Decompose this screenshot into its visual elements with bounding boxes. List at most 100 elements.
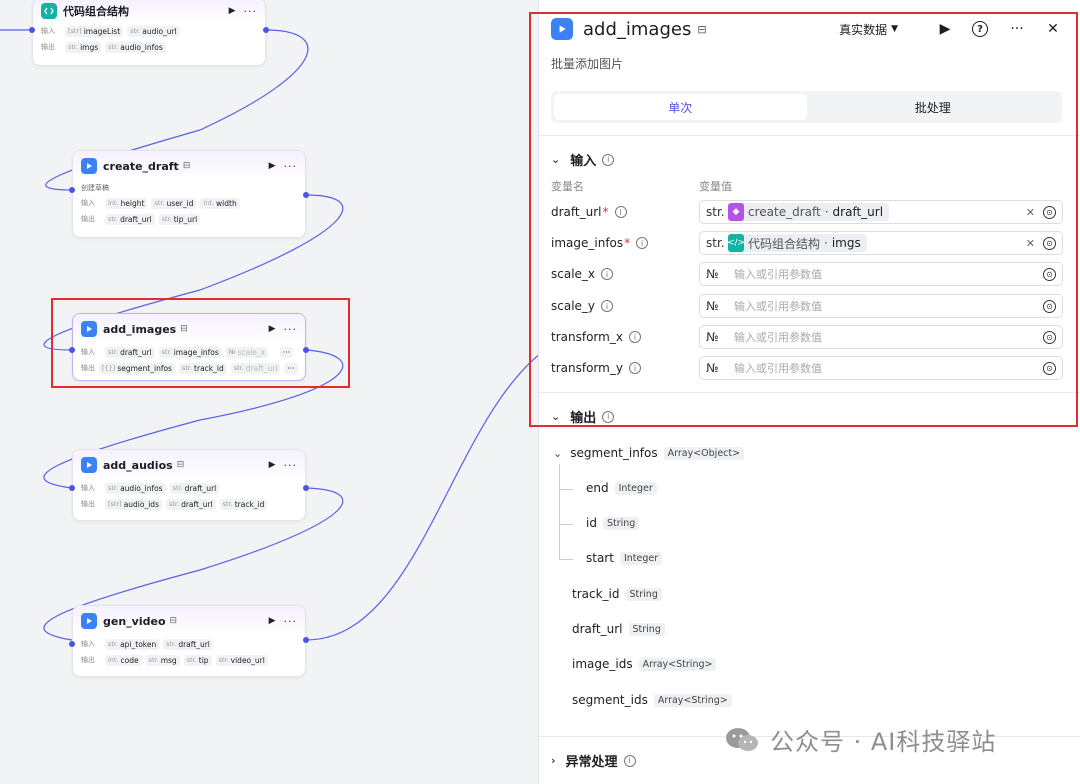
variable-ref-icon[interactable]: ⊙ xyxy=(1043,267,1056,281)
param-tag: str. video_url xyxy=(215,654,268,666)
param-tag: str. api_token xyxy=(105,638,160,650)
clear-icon[interactable]: ✕ xyxy=(1026,206,1035,219)
more-icon[interactable]: ··· xyxy=(1008,21,1026,37)
more-icon[interactable]: ··· xyxy=(284,615,298,628)
edge-gen-out xyxy=(305,349,546,641)
param-tag: str. tip_url xyxy=(158,213,201,225)
info-icon: i xyxy=(602,153,615,166)
port-dot[interactable] xyxy=(69,187,75,193)
input-row-transform-y: transform_y i № 输入或引用参数值 ⊙ xyxy=(551,356,1063,380)
panel-title: add_images xyxy=(583,18,692,40)
variable-ref-icon[interactable]: ⊙ xyxy=(1043,236,1056,250)
run-icon[interactable]: ▶ xyxy=(936,21,954,37)
col-name-header: 变量名 xyxy=(551,180,584,193)
input-value-field[interactable]: № 输入或引用参数值 ⊙ xyxy=(699,294,1063,318)
plugin-icon xyxy=(81,457,97,473)
run-icon[interactable]: ▶ xyxy=(229,6,236,16)
clear-icon[interactable]: ✕ xyxy=(1026,237,1035,250)
param-tag: str. user_id xyxy=(151,197,197,209)
more-icon[interactable]: ··· xyxy=(284,160,298,173)
node-inputs: 输入 str. api_token str. draft_url xyxy=(73,636,305,652)
error-section-header[interactable]: › 异常处理 i xyxy=(551,751,636,770)
output-item: image_ids Array<String> xyxy=(572,657,717,671)
node-title: create_draft xyxy=(103,159,179,173)
param-tag: str. draft_url xyxy=(105,213,155,225)
param-tag: str. msg xyxy=(145,654,180,666)
workflow-canvas[interactable]: 代码组合结构 ▶ ··· 输入 [str] imageList str. audio… xyxy=(0,0,546,784)
snapshot-icon: ⊟ xyxy=(697,22,707,36)
code-icon: </> xyxy=(727,234,745,252)
close-icon[interactable]: ✕ xyxy=(1044,21,1062,37)
port-dot[interactable] xyxy=(303,192,309,198)
input-row-image-infos: image_infos * i str. </> 代码组合结构 · imgs ✕ ⊙ xyxy=(551,231,1063,255)
variable-ref-icon[interactable]: ⊙ xyxy=(1043,205,1056,219)
node-create-draft[interactable]: create_draft ⊟ ▶ ··· 创建草稿 输入 int. height … xyxy=(72,150,306,238)
variable-ref-icon[interactable]: ⊙ xyxy=(1043,330,1056,344)
input-section-header[interactable]: ⌄ 输入 i xyxy=(551,150,615,169)
run-icon[interactable]: ▶ xyxy=(269,460,276,470)
port-dot[interactable] xyxy=(303,637,309,643)
param-tag: [str] imageList xyxy=(65,25,124,37)
run-icon[interactable]: ▶ xyxy=(269,616,276,626)
node-inputs: 输入 int. height str. user_id int. width xyxy=(73,195,305,211)
param-tag: int. width xyxy=(200,197,240,209)
param-tag: int. height xyxy=(105,197,148,209)
port-dot[interactable] xyxy=(69,641,75,647)
snapshot-icon: ⊟ xyxy=(176,460,185,470)
input-value-field[interactable]: № 输入或引用参数值 ⊙ xyxy=(699,356,1063,380)
data-source-select[interactable]: 真实数据 ▼ xyxy=(839,21,898,38)
plugin-icon xyxy=(81,613,97,629)
info-icon: i xyxy=(628,331,641,343)
wechat-icon xyxy=(726,727,758,751)
input-value-field[interactable]: № 输入或引用参数值 ⊙ xyxy=(699,262,1063,286)
output-item[interactable]: ⌄ segment_infos Array<Object> xyxy=(553,446,745,460)
node-outputs: 输出 str. imgs str. audio_infos xyxy=(33,39,265,55)
panel-desc: 批量添加图片 xyxy=(551,57,624,71)
param-tag: str. draft_url xyxy=(163,638,213,650)
tree-line xyxy=(559,489,573,490)
variable-ref-icon[interactable]: ⊙ xyxy=(1043,361,1056,375)
run-icon[interactable]: ▶ xyxy=(269,161,276,171)
param-tag: int. code xyxy=(105,654,142,666)
input-value-field[interactable]: str. </> 代码组合结构 · imgs ✕ ⊙ xyxy=(699,231,1063,255)
port-dot[interactable] xyxy=(303,485,309,491)
port-dot[interactable] xyxy=(263,27,269,33)
node-title: gen_video xyxy=(103,614,166,628)
node-gen-video[interactable]: gen_video ⊟ ▶ ··· 输入 str. api_token str. d… xyxy=(72,605,306,677)
input-value-field[interactable]: str. ◆ create_draft · draft_url ✕ ⊙ xyxy=(699,200,1063,224)
reference-chip: ◆ create_draft · draft_url xyxy=(728,203,890,221)
chevron-down-icon: ⌄ xyxy=(551,153,561,166)
node-inputs: 输入 str. audio_infos str. draft_url xyxy=(73,480,305,496)
tab-batch[interactable]: 批处理 xyxy=(807,94,1060,120)
info-icon: i xyxy=(602,410,615,423)
tree-line xyxy=(559,559,573,560)
cube-icon: ◆ xyxy=(728,203,744,221)
help-button[interactable]: ? xyxy=(972,21,990,37)
tree-line xyxy=(559,524,573,525)
more-icon[interactable]: ··· xyxy=(284,459,298,472)
node-code[interactable]: 代码组合结构 ▶ ··· 输入 [str] imageList str. audio… xyxy=(32,0,266,66)
output-child-item: end Integer xyxy=(586,481,657,495)
input-row-scale-y: scale_y i № 输入或引用参数值 ⊙ xyxy=(551,294,1063,318)
chevron-right-icon: › xyxy=(551,754,556,767)
info-icon: i xyxy=(614,206,627,218)
col-value-header: 变量值 xyxy=(699,180,732,193)
port-dot[interactable] xyxy=(29,27,35,33)
node-add-audios[interactable]: add_audios ⊟ ▶ ··· 输入 str. audio_infos st… xyxy=(72,449,306,521)
info-icon: i xyxy=(628,362,641,374)
tree-line xyxy=(559,464,560,560)
variable-ref-icon[interactable]: ⊙ xyxy=(1043,299,1056,313)
port-dot[interactable] xyxy=(69,485,75,491)
help-icon: ? xyxy=(972,21,988,37)
output-section-header[interactable]: ⌄ 输出 i xyxy=(551,407,615,426)
node-inputs: 输入 [str] imageList str. audio_url xyxy=(33,23,265,39)
plugin-icon xyxy=(81,158,97,174)
input-value-field[interactable]: № 输入或引用参数值 ⊙ xyxy=(699,325,1063,349)
param-tag: str. audio_infos xyxy=(105,482,166,494)
input-row-scale-x: scale_x i № 输入或引用参数值 ⊙ xyxy=(551,262,1063,286)
node-config-panel: add_images ⊟ 真实数据 ▼ ▶ ? ··· ✕ 批量添加图片 单次 批… xyxy=(538,0,1080,784)
more-icon[interactable]: ··· xyxy=(244,5,258,18)
reference-chip: </> 代码组合结构 · imgs xyxy=(727,234,867,252)
snapshot-icon: ⊟ xyxy=(182,161,191,171)
tab-single[interactable]: 单次 xyxy=(554,94,807,120)
